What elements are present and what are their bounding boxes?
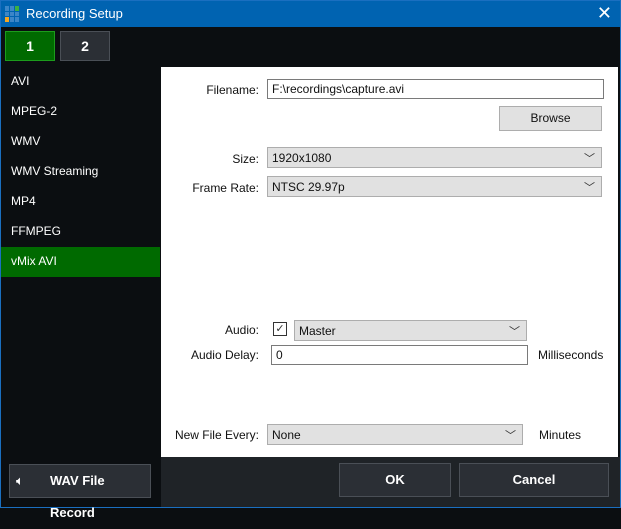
tab-1[interactable]: 1 (5, 31, 55, 61)
frame-rate-select[interactable]: NTSC 29.97p ﹀ (267, 176, 602, 197)
minutes-label: Minutes (539, 428, 582, 442)
audio-delay-label: Audio Delay: (190, 348, 259, 362)
wav-file-record-button[interactable]: 🔈︎ WAV File Record (9, 464, 151, 520)
audio-delay-input[interactable]: 0 (271, 345, 528, 365)
wav-button-label: WAV File Record (50, 473, 105, 520)
sidebar-item-vmix-avi[interactable]: vMix AVI (1, 247, 160, 277)
cancel-button[interactable]: Cancel (459, 463, 609, 497)
chevron-down-icon: ﹀ (509, 326, 520, 338)
settings-panel: Filename: F:\recordings\capture.avi Brow… (161, 67, 618, 457)
chevron-down-icon: ﹀ (584, 153, 595, 165)
close-icon[interactable]: ✕ (597, 3, 612, 24)
sidebar-item-avi[interactable]: AVI (1, 67, 160, 97)
tab-2[interactable]: 2 (60, 31, 110, 61)
new-file-every-select[interactable]: None ﹀ (267, 424, 523, 445)
title-bar: Recording Setup ✕ (1, 1, 620, 27)
frame-rate-value: NTSC 29.97p (272, 180, 345, 194)
size-select[interactable]: 1920x1080 ﹀ (267, 147, 602, 168)
recording-setup-window: Recording Setup ✕ 1 2 AVI MPEG-2 WMV WMV… (0, 0, 621, 520)
audio-checkbox[interactable]: ✓ (273, 322, 287, 336)
window-title: Recording Setup (26, 6, 123, 21)
vmix-logo-icon (5, 6, 21, 22)
speaker-icon: 🔈︎ (16, 473, 24, 488)
ok-button[interactable]: OK (339, 463, 451, 497)
sidebar-item-mp4[interactable]: MP4 (1, 187, 160, 217)
sidebar-item-wmv-streaming[interactable]: WMV Streaming (1, 157, 160, 187)
frame-rate-label: Frame Rate: (192, 181, 259, 195)
chevron-down-icon: ﹀ (505, 430, 516, 442)
sidebar-item-wmv[interactable]: WMV (1, 127, 160, 157)
new-file-every-label: New File Every: (174, 428, 259, 442)
audio-value: Master (299, 324, 336, 338)
audio-label: Audio: (224, 323, 259, 337)
size-value: 1920x1080 (272, 151, 332, 165)
format-sidebar: AVI MPEG-2 WMV WMV Streaming MP4 FFMPEG … (1, 67, 160, 277)
audio-select[interactable]: Master ﹀ (294, 320, 527, 341)
milliseconds-label: Milliseconds (538, 348, 604, 362)
size-label: Size: (232, 152, 259, 166)
sidebar-item-mpeg2[interactable]: MPEG-2 (1, 97, 160, 127)
browse-button[interactable]: Browse (499, 106, 602, 131)
filename-label: Filename: (206, 83, 259, 97)
new-file-every-value: None (272, 428, 301, 442)
filename-input[interactable]: F:\recordings\capture.avi (267, 79, 604, 99)
sidebar-item-ffmpeg[interactable]: FFMPEG (1, 217, 160, 247)
chevron-down-icon: ﹀ (584, 182, 595, 194)
